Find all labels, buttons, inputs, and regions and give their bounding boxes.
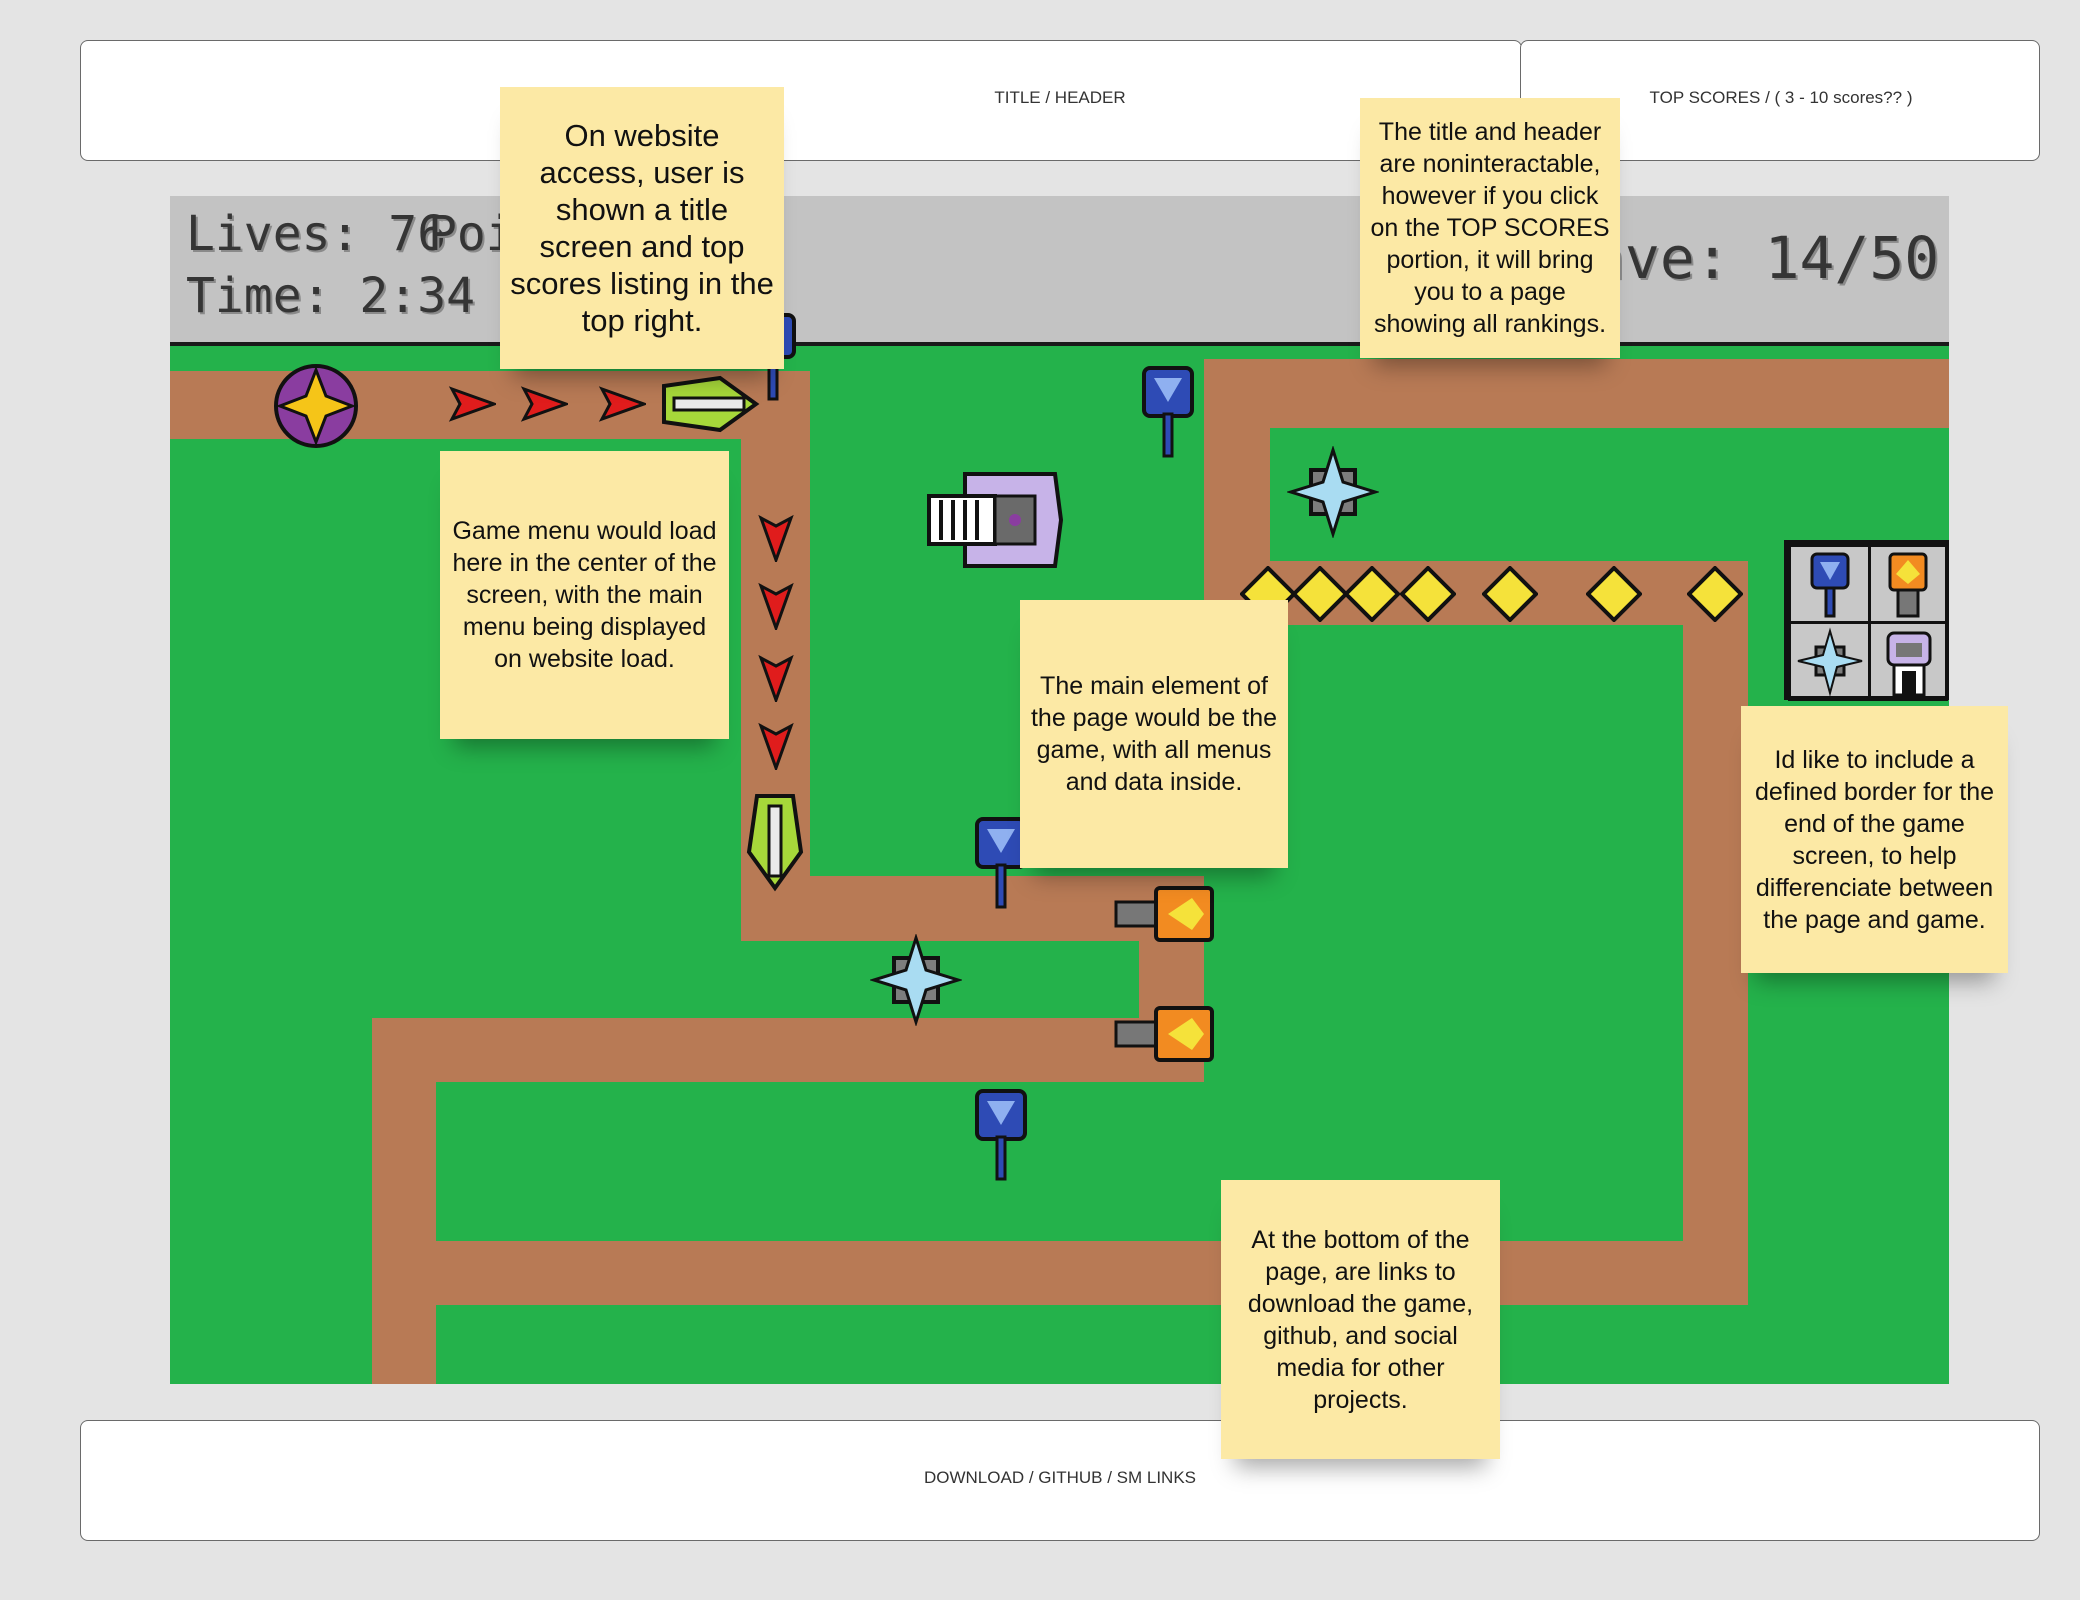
wave-counter: ave: 14/50 bbox=[1590, 224, 1940, 292]
path-segment bbox=[1204, 359, 1949, 428]
note-game-menu-text: Game menu would load here in the center … bbox=[452, 517, 717, 673]
note-main-element: The main element of the page would be th… bbox=[1020, 600, 1288, 868]
time-counter: Time: 2:34 bbox=[186, 268, 475, 324]
orange-flame-icon bbox=[1888, 552, 1928, 618]
blue-cannon-tower-sprite bbox=[1142, 366, 1194, 458]
note-header-interaction-text: The title and header are noninteractable… bbox=[1370, 118, 1610, 338]
robot-icon bbox=[1886, 631, 1932, 697]
purple-gate-tower-sprite bbox=[927, 472, 1064, 568]
note-footer-text: At the bottom of the page, are links to … bbox=[1247, 1225, 1474, 1414]
shop-slot-orange-flame[interactable] bbox=[1868, 544, 1948, 624]
footer-links-box[interactable]: DOWNLOAD / GITHUB / SM LINKS bbox=[80, 1420, 2040, 1541]
blue-cannon-icon bbox=[1810, 552, 1850, 618]
game-hud: Lives: 76 Poi Time: 2:34 ave: 14/50 bbox=[170, 196, 1949, 346]
shop-slot-ice-crystal[interactable] bbox=[1788, 621, 1871, 701]
shop-slot-blue-cannon[interactable] bbox=[1788, 544, 1871, 624]
note-title-screen: On website access, user is shown a title… bbox=[500, 87, 784, 369]
blue-cannon-tower-sprite bbox=[975, 1089, 1027, 1181]
note-border-text: Id like to include a defined border for … bbox=[1754, 745, 1995, 934]
note-game-menu: Game menu would load here in the center … bbox=[440, 451, 729, 739]
note-title-screen-text: On website access, user is shown a title… bbox=[510, 118, 774, 338]
red-enemy-sprite bbox=[758, 514, 794, 562]
red-enemy-sprite bbox=[758, 582, 794, 630]
header-title-box: TITLE / HEADER bbox=[80, 40, 1522, 161]
ice-crystal-icon bbox=[1797, 627, 1863, 697]
red-enemy-sprite bbox=[448, 386, 496, 422]
ice-crystal-tower-sprite bbox=[870, 934, 962, 1026]
yellow-enemy-sprite bbox=[1586, 566, 1642, 622]
lives-counter: Lives: 76 bbox=[186, 206, 447, 262]
green-tank-enemy-sprite bbox=[662, 375, 760, 433]
shop-slot-robot[interactable] bbox=[1868, 621, 1948, 701]
ice-crystal-tower-sprite bbox=[1287, 446, 1379, 538]
yellow-enemy-sprite bbox=[1687, 566, 1743, 622]
yellow-enemy-sprite bbox=[1400, 566, 1456, 622]
red-enemy-sprite bbox=[758, 654, 794, 702]
green-tank-enemy-sprite bbox=[746, 794, 804, 892]
orange-flame-tower-sprite bbox=[1114, 886, 1214, 942]
top-scores-label[interactable]: TOP SCORES / ( 3 - 10 scores?? ) bbox=[1650, 88, 1913, 108]
tower-shop-panel[interactable] bbox=[1784, 540, 1949, 701]
path-segment bbox=[372, 1018, 436, 1384]
footer-links-label[interactable]: DOWNLOAD / GITHUB / SM LINKS bbox=[924, 1468, 1196, 1488]
red-enemy-sprite bbox=[520, 386, 568, 422]
note-header-interaction: The title and header are noninteractable… bbox=[1360, 98, 1620, 358]
yellow-enemy-sprite bbox=[1482, 566, 1538, 622]
path-segment bbox=[1683, 561, 1748, 1305]
path-segment bbox=[372, 1241, 1748, 1305]
red-enemy-sprite bbox=[758, 722, 794, 770]
orange-flame-tower-sprite bbox=[1114, 1006, 1214, 1062]
yellow-enemy-sprite bbox=[1344, 566, 1400, 622]
yellow-enemy-sprite bbox=[1292, 566, 1348, 622]
red-enemy-sprite bbox=[598, 386, 646, 422]
note-border: Id like to include a defined border for … bbox=[1741, 706, 2008, 973]
note-main-element-text: The main element of the page would be th… bbox=[1030, 672, 1278, 796]
path-segment bbox=[372, 1018, 1204, 1082]
note-footer: At the bottom of the page, are links to … bbox=[1221, 1180, 1500, 1459]
header-title-label: TITLE / HEADER bbox=[994, 88, 1126, 107]
enemy-boss-sprite bbox=[274, 364, 358, 448]
